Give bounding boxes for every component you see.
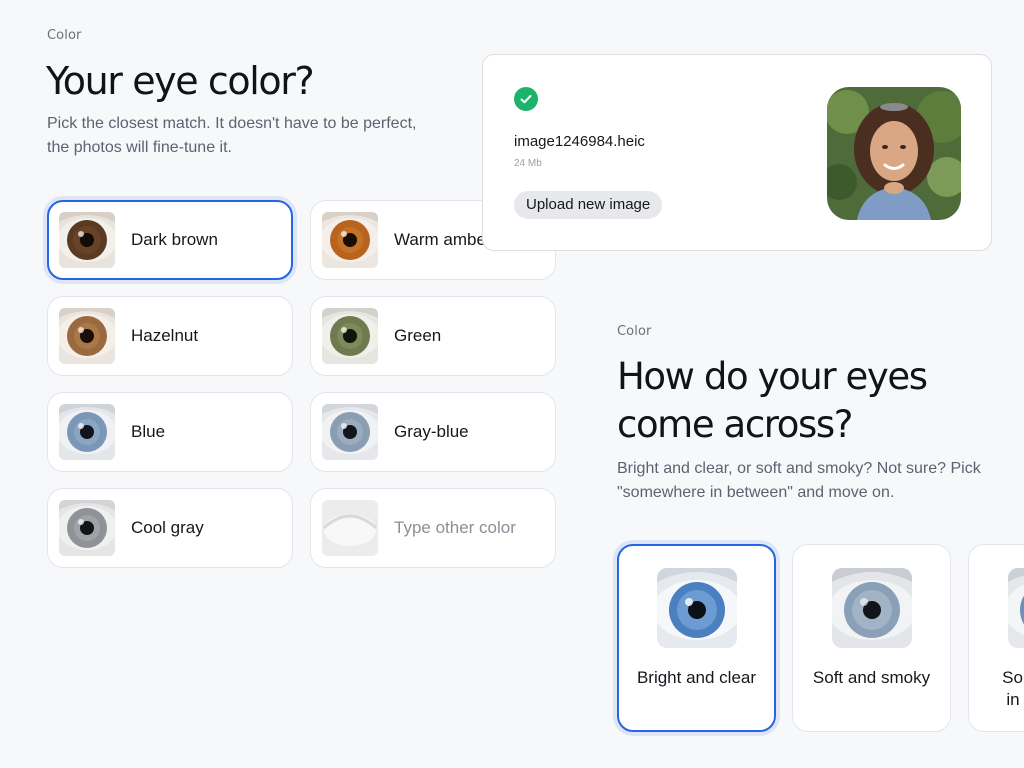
option-label: Gray-blue (394, 422, 469, 441)
appearance-label: Bright and clear (636, 668, 757, 687)
section-eyebrow: Color (617, 324, 652, 339)
eye-thumbnail (1008, 568, 1024, 648)
eye-color-onboarding: Color Your eye color? Pick the closest m… (0, 0, 1024, 768)
eye-thumbnail (322, 308, 378, 364)
eye-thumbnail (322, 404, 378, 460)
blank-eye-icon (322, 500, 378, 556)
eye-thumbnail (59, 500, 115, 556)
option-label: Blue (131, 422, 166, 441)
other-color-input[interactable]: Type other color (394, 518, 516, 538)
eye-thumbnail (59, 212, 115, 268)
appearance-label: Soft and smoky (812, 668, 931, 687)
section-title: How do your eyes come across? (617, 355, 928, 446)
upload-card: image1246984.heic 24 Mb Upload new image (482, 54, 992, 251)
page-title: Your eye color? (46, 59, 315, 103)
appearance-label: Somewhere in between (1002, 668, 1024, 709)
option-blue[interactable]: Blue (47, 392, 293, 472)
check-circle-icon (514, 87, 538, 111)
appearance-soft-and-smoky[interactable]: Soft and smoky (792, 544, 951, 732)
option-gray-blue[interactable]: Gray-blue (310, 392, 556, 472)
option-label: Green (394, 326, 442, 345)
uploaded-photo (827, 87, 961, 220)
option-label: Hazelnut (131, 326, 199, 345)
option-green[interactable]: Green (310, 296, 556, 376)
eye-thumbnail (59, 404, 115, 460)
eye-thumbnail (322, 212, 378, 268)
file-name: image1246984.heic (514, 133, 645, 150)
option-type-other-color[interactable]: Type other color (310, 488, 556, 568)
appearance-somewhere-in-between[interactable]: Somewhere in between (968, 544, 1024, 732)
option-dark-brown[interactable]: Dark brown (47, 200, 293, 280)
eye-thumbnail (59, 308, 115, 364)
option-hazelnut[interactable]: Hazelnut (47, 296, 293, 376)
page-subtitle: Pick the closest match. It doesn't have … (47, 115, 417, 156)
appearance-bright-and-clear[interactable]: Bright and clear (617, 544, 776, 732)
section-subtitle: Bright and clear, or soft and smoky? Not… (617, 460, 981, 501)
eye-thumbnail (832, 568, 912, 648)
upload-new-image-button[interactable]: Upload new image (514, 191, 663, 219)
option-label: Cool gray (131, 518, 204, 537)
section-eyebrow: Color (47, 28, 82, 43)
option-label: Dark brown (131, 230, 218, 249)
option-label: Warm amber (394, 230, 492, 249)
file-size: 24 Mb (514, 158, 542, 169)
option-cool-gray[interactable]: Cool gray (47, 488, 293, 568)
eye-thumbnail (657, 568, 737, 648)
